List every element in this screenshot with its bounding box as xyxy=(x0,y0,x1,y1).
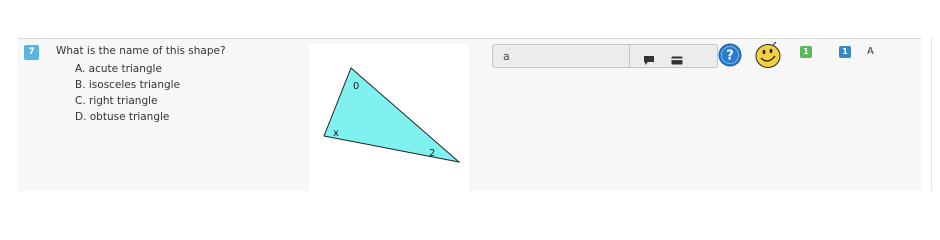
correct-answer-label: A xyxy=(867,46,874,57)
question-row: 7 What is the name of this shape? A. acu… xyxy=(18,39,921,191)
response-divider xyxy=(629,45,630,67)
response-input[interactable]: a xyxy=(492,44,718,68)
choice-b: B. isosceles triangle xyxy=(75,79,181,91)
triangle-figure: 0 x 2 xyxy=(309,44,469,191)
choice-a: A. acute triangle xyxy=(75,63,162,75)
triangle-figure-svg: 0 x 2 xyxy=(323,67,461,163)
vertex-label-left: x xyxy=(333,128,339,139)
triangle-shape xyxy=(323,67,461,163)
comment-icon[interactable] xyxy=(643,51,655,70)
choice-c: C. right triangle xyxy=(75,95,158,107)
vertex-label-right: 2 xyxy=(429,148,435,159)
page: 7 What is the name of this shape? A. acu… xyxy=(0,0,940,240)
smiley-icon xyxy=(753,41,783,73)
question-prompt: What is the name of this shape? xyxy=(56,45,226,57)
right-divider xyxy=(931,38,932,191)
help-icon[interactable]: ? xyxy=(718,43,742,71)
question-number-badge: 7 xyxy=(24,45,39,60)
answer-choices-list: A. acute triangle B. isosceles triangle … xyxy=(75,61,180,125)
response-value: a xyxy=(503,50,510,63)
card-icon[interactable] xyxy=(671,51,683,70)
svg-text:?: ? xyxy=(726,49,734,64)
attempt-badge: 1 xyxy=(839,46,851,58)
score-badge: 1 xyxy=(800,46,812,58)
vertex-label-top: 0 xyxy=(353,81,359,92)
choice-d: D. obtuse triangle xyxy=(75,111,170,123)
